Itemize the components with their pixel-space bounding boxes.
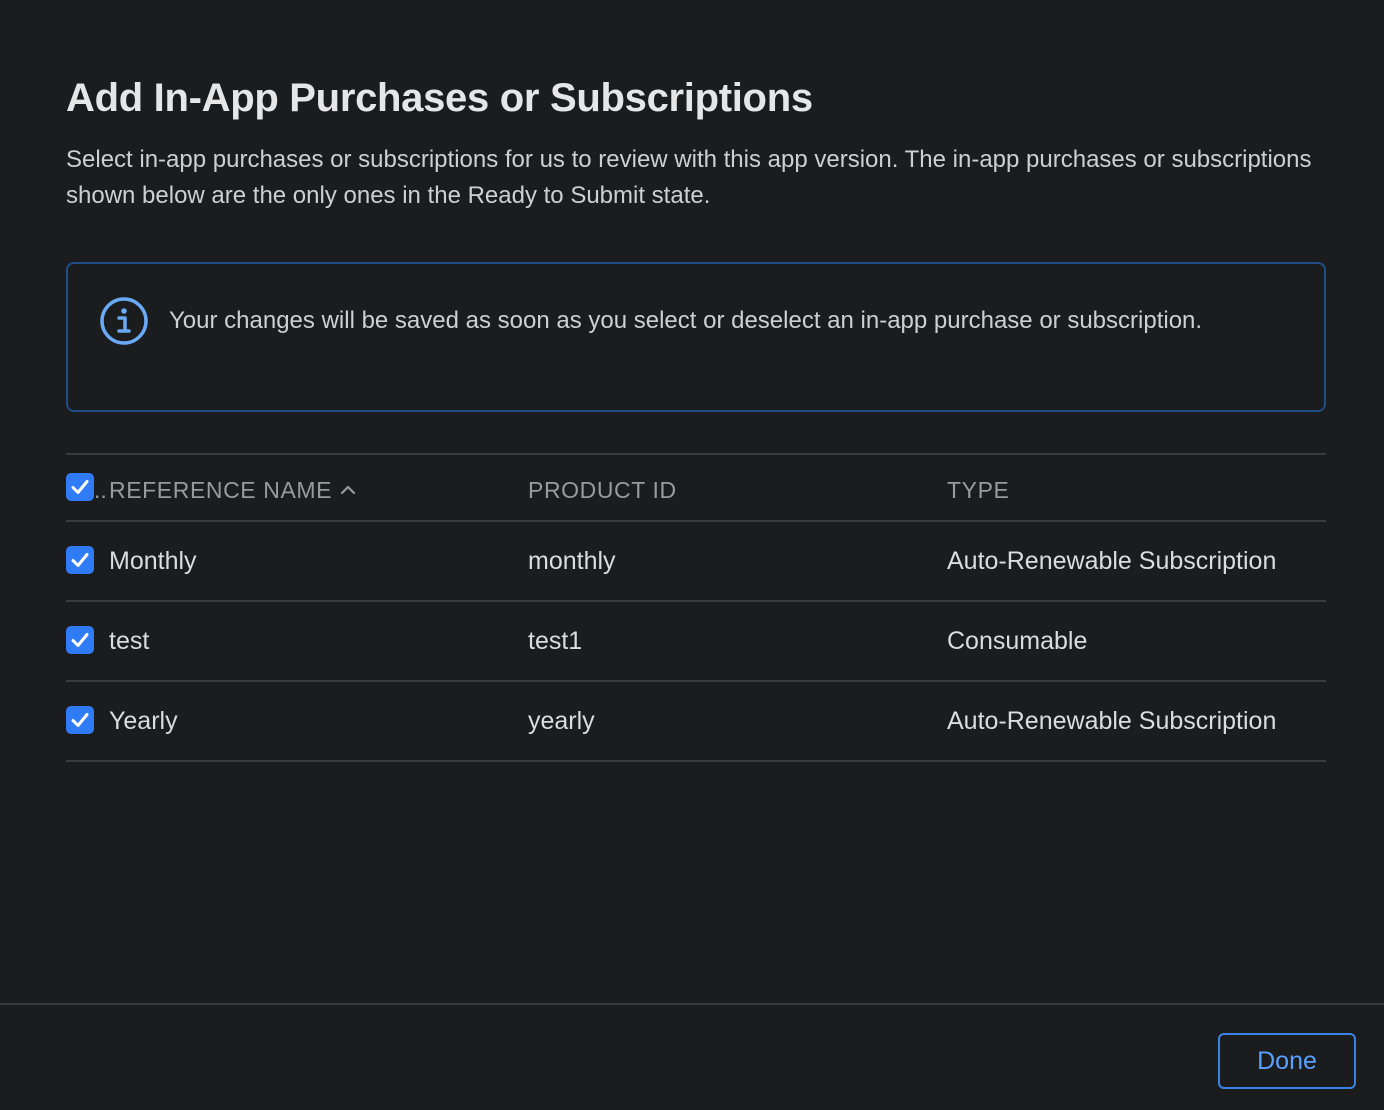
reference-name-cell: test xyxy=(109,627,150,655)
row-checkbox[interactable] xyxy=(66,706,94,734)
done-button[interactable]: Done xyxy=(1218,1033,1356,1089)
info-banner: Your changes will be saved as soon as yo… xyxy=(66,262,1326,412)
dialog-title: Add In-App Purchases or Subscriptions xyxy=(66,76,813,120)
add-iap-dialog: Add In-App Purchases or Subscriptions Se… xyxy=(0,0,1384,1110)
column-header-product-id[interactable]: PRODUCT ID xyxy=(528,477,677,504)
row-checkbox[interactable] xyxy=(66,626,94,654)
info-circle-icon xyxy=(100,297,148,345)
type-cell: Auto-Renewable Subscription xyxy=(947,547,1277,575)
checkmark-icon xyxy=(71,713,89,727)
row-checkbox[interactable] xyxy=(66,546,94,574)
checkmark-icon xyxy=(71,480,89,494)
table-header: .. REFERENCE NAME PRODUCT ID TYPE xyxy=(66,453,1326,522)
table-row: test test1 Consumable xyxy=(66,602,1326,682)
table-row: Monthly monthly Auto-Renewable Subscript… xyxy=(66,522,1326,602)
column-header-reference-name[interactable]: REFERENCE NAME xyxy=(109,477,356,504)
column-header-label: REFERENCE NAME xyxy=(109,477,333,503)
chevron-up-icon xyxy=(340,485,356,495)
reference-name-cell: Monthly xyxy=(109,547,197,575)
dialog-description: Select in-app purchases or subscriptions… xyxy=(66,146,1312,209)
type-cell: Auto-Renewable Subscription xyxy=(947,707,1277,735)
info-text: Your changes will be saved as soon as yo… xyxy=(169,307,1203,334)
table-row: Yearly yearly Auto-Renewable Subscriptio… xyxy=(66,682,1326,762)
select-all-checkbox[interactable] xyxy=(66,473,94,501)
iap-table: .. REFERENCE NAME PRODUCT ID TYPE Monthl… xyxy=(66,453,1326,762)
truncation-ellipsis: .. xyxy=(94,477,107,503)
column-header-type[interactable]: TYPE xyxy=(947,477,1009,504)
checkmark-icon xyxy=(71,553,89,567)
product-id-cell: test1 xyxy=(528,627,583,655)
footer-divider xyxy=(0,1003,1384,1005)
checkmark-icon xyxy=(71,633,89,647)
type-cell: Consumable xyxy=(947,627,1088,655)
reference-name-cell: Yearly xyxy=(109,707,178,735)
product-id-cell: monthly xyxy=(528,547,616,575)
product-id-cell: yearly xyxy=(528,707,595,735)
